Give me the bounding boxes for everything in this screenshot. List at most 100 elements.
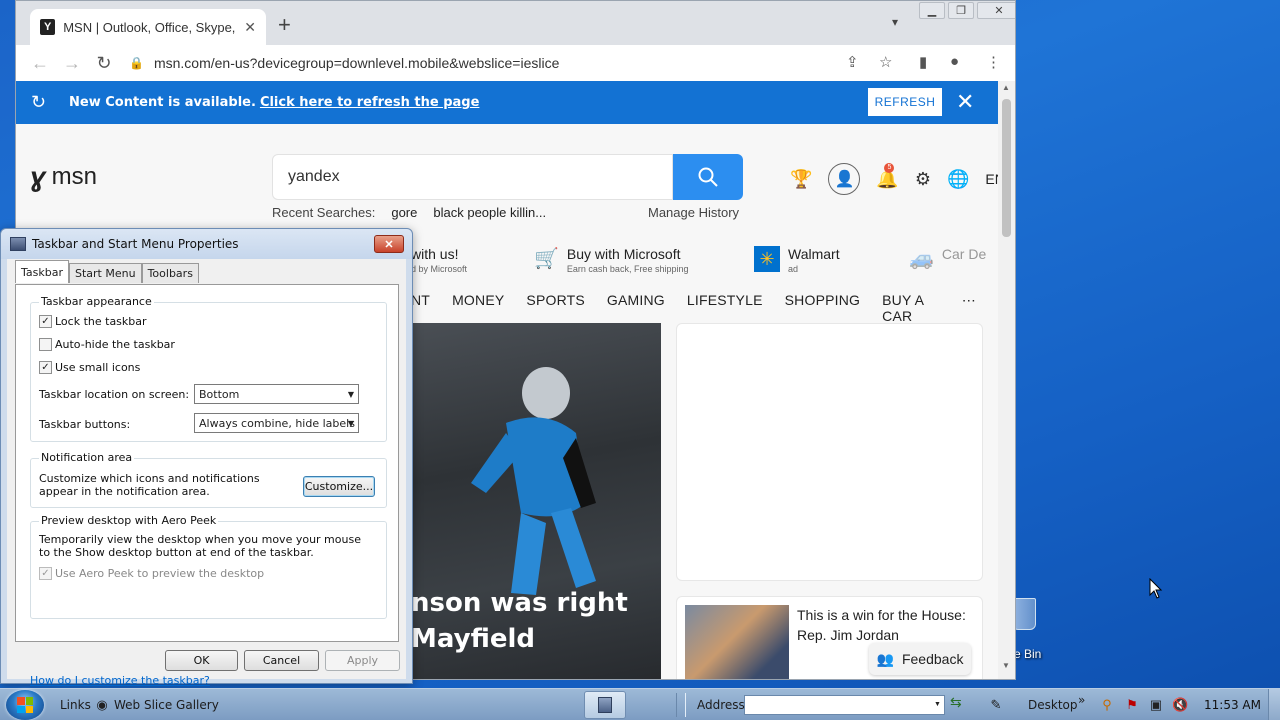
bookmark-star-icon[interactable]: ☆ <box>879 53 892 71</box>
go-arrow-icon[interactable]: ⇆ <box>950 694 970 714</box>
close-window-button[interactable]: ✕ <box>977 2 1015 19</box>
tab-start-menu[interactable]: Start Menu <box>69 263 142 283</box>
customize-button[interactable]: Customize... <box>303 476 375 497</box>
back-button[interactable]: ← <box>24 53 56 74</box>
nav-item[interactable]: GAMING <box>607 292 665 312</box>
notepad-icon[interactable]: ✎ <box>988 697 1004 713</box>
promo-item[interactable]: ✳ Walmart ad <box>754 246 840 274</box>
hero-story[interactable]: nson was right Mayfield <box>411 323 661 679</box>
search-button[interactable] <box>673 154 743 200</box>
share-icon[interactable]: ⇪ <box>846 53 859 71</box>
toolbar-grip[interactable] <box>676 693 686 717</box>
tab-taskbar[interactable]: Taskbar <box>15 260 69 283</box>
tab-toolbars[interactable]: Toolbars <box>141 263 199 283</box>
promo-item[interactable]: 🚙 Car De <box>909 246 986 271</box>
ad-card[interactable] <box>676 323 983 581</box>
minimize-button[interactable]: ▁ <box>919 2 945 19</box>
nav-item[interactable]: SPORTS <box>526 292 585 312</box>
taskbar-address-input[interactable] <box>744 695 945 715</box>
ok-button[interactable]: OK <box>165 650 238 671</box>
search-tray-icon[interactable]: ⚲ <box>1099 697 1115 713</box>
start-button[interactable] <box>6 690 44 720</box>
lock-taskbar-checkbox[interactable]: ✓ Lock the taskbar <box>39 315 147 328</box>
small-icons-checkbox[interactable]: ✓ Use small icons <box>39 361 140 374</box>
toolbar-chevron-icon[interactable]: » <box>1078 693 1085 707</box>
nav-more-icon[interactable]: ⋯ <box>962 292 976 312</box>
lock-icon[interactable]: 🔒 <box>129 56 144 70</box>
taskbar-button-properties[interactable] <box>584 691 626 719</box>
action-center-icon[interactable]: ⚑ <box>1124 697 1140 713</box>
nav-item[interactable]: BUY A CAR <box>882 292 930 324</box>
dropdown-value: Bottom <box>199 387 240 401</box>
forward-button[interactable]: → <box>56 53 88 74</box>
network-icon[interactable]: ▣ <box>1148 697 1164 713</box>
recent-term[interactable]: black people killin... <box>433 205 546 220</box>
buttons-dropdown[interactable]: Always combine, hide labels ▼ <box>194 413 359 433</box>
checkbox-checked[interactable]: ✓ <box>39 315 52 328</box>
checkbox-checked[interactable]: ✓ <box>39 361 52 374</box>
apply-button[interactable]: Apply <box>325 650 400 671</box>
maximize-button[interactable]: ❐ <box>948 2 974 19</box>
tab-search-chevron-icon[interactable]: ▾ <box>892 15 898 29</box>
browser-tab[interactable]: Y MSN | Outlook, Office, Skype, Bi ✕ <box>30 9 266 45</box>
car-icon: 🚙 <box>909 248 934 270</box>
page-scrollbar[interactable]: ▲ ▼ <box>998 81 1015 679</box>
system-clock[interactable]: 11:53 AM <box>1204 698 1261 712</box>
browser-toolbar: ← → ↻ 🔒 msn.com/en-us?devicegroup=downle… <box>16 45 1015 81</box>
profile-icon[interactable]: ● <box>950 53 959 70</box>
reload-button[interactable]: ↻ <box>88 53 120 74</box>
banner-close-icon[interactable]: ✕ <box>956 89 974 115</box>
dialog-close-button[interactable]: ✕ <box>374 235 404 253</box>
football-player-image <box>471 367 596 595</box>
notification-badge: 5 <box>884 162 895 173</box>
promo-item[interactable]: with us! d by Microsoft <box>411 246 467 274</box>
language-label[interactable]: EN <box>985 171 998 187</box>
notifications-bell-icon[interactable]: 🔔 5 <box>876 162 899 190</box>
tab-close-icon[interactable]: ✕ <box>244 19 256 36</box>
msn-logo[interactable]: ɣ msn <box>30 161 97 193</box>
volume-muted-icon[interactable]: 🔇 <box>1172 697 1188 713</box>
manage-history-link[interactable]: Manage History <box>648 205 739 220</box>
sign-in-avatar[interactable]: 👤 <box>828 163 861 195</box>
checkbox-checked-disabled[interactable]: ✓ <box>39 567 52 580</box>
location-dropdown[interactable]: Bottom ▼ <box>194 384 359 404</box>
side-panel-icon[interactable]: ▮ <box>919 53 927 71</box>
recent-term[interactable]: gore <box>391 205 417 220</box>
refresh-button[interactable]: REFRESH <box>868 88 942 116</box>
scroll-thumb[interactable] <box>1002 99 1011 237</box>
scroll-down-icon[interactable]: ▼ <box>1002 661 1010 670</box>
aero-peek-checkbox[interactable]: ✓ Use Aero Peek to preview the desktop <box>39 567 264 580</box>
nav-item[interactable]: SHOPPING <box>785 292 861 312</box>
promo-title: Car De <box>941 246 987 262</box>
address-dropdown-icon[interactable]: ▼ <box>934 701 941 708</box>
nav-item[interactable]: NT <box>411 292 430 312</box>
cancel-button[interactable]: Cancel <box>244 650 319 671</box>
nav-item[interactable]: MONEY <box>452 292 504 312</box>
nav-item[interactable]: LIFESTYLE <box>687 292 763 312</box>
dialog-titlebar[interactable]: Taskbar and Start Menu Properties ✕ <box>1 229 412 259</box>
search-input[interactable]: yandex <box>272 154 673 200</box>
web-slice-gallery-link[interactable]: Web Slice Gallery <box>114 698 219 712</box>
notification-group: Notification area Customize which icons … <box>30 451 387 508</box>
rewards-trophy-icon[interactable]: 🏆 <box>790 169 812 190</box>
desktop-toolbar-label[interactable]: Desktop <box>1028 698 1078 712</box>
feedback-label: Feedback <box>901 651 964 667</box>
shopping-cart-icon: 🛒 <box>534 248 559 270</box>
globe-icon[interactable]: 🌐 <box>947 169 969 190</box>
checkbox-unchecked[interactable] <box>39 338 52 351</box>
windows-taskbar: Links ◉ Web Slice Gallery Address ▼ ⇆ ✎ … <box>0 688 1280 720</box>
settings-gear-icon[interactable]: ⚙ <box>915 169 931 190</box>
autohide-checkbox[interactable]: Auto-hide the taskbar <box>39 338 175 351</box>
menu-kebab-icon[interactable]: ⋮ <box>986 53 1001 71</box>
refresh-link[interactable]: Click here to refresh the page <box>260 95 479 110</box>
new-tab-button[interactable]: + <box>278 14 291 36</box>
address-bar[interactable]: 🔒 msn.com/en-us?devicegroup=downlevel.mo… <box>129 49 919 77</box>
help-link[interactable]: How do I customize the taskbar? <box>30 674 210 687</box>
feedback-button[interactable]: 👥 Feedback <box>869 643 971 675</box>
notification-description: Customize which icons and notifications … <box>39 472 260 498</box>
links-toolbar-label[interactable]: Links <box>60 698 91 712</box>
promo-item[interactable]: 🛒 Buy with Microsoft Earn cash back, Fre… <box>534 246 688 274</box>
hero-title-line: nson was right <box>411 588 628 618</box>
scroll-up-icon[interactable]: ▲ <box>1002 83 1010 92</box>
show-desktop-button[interactable] <box>1268 689 1280 720</box>
